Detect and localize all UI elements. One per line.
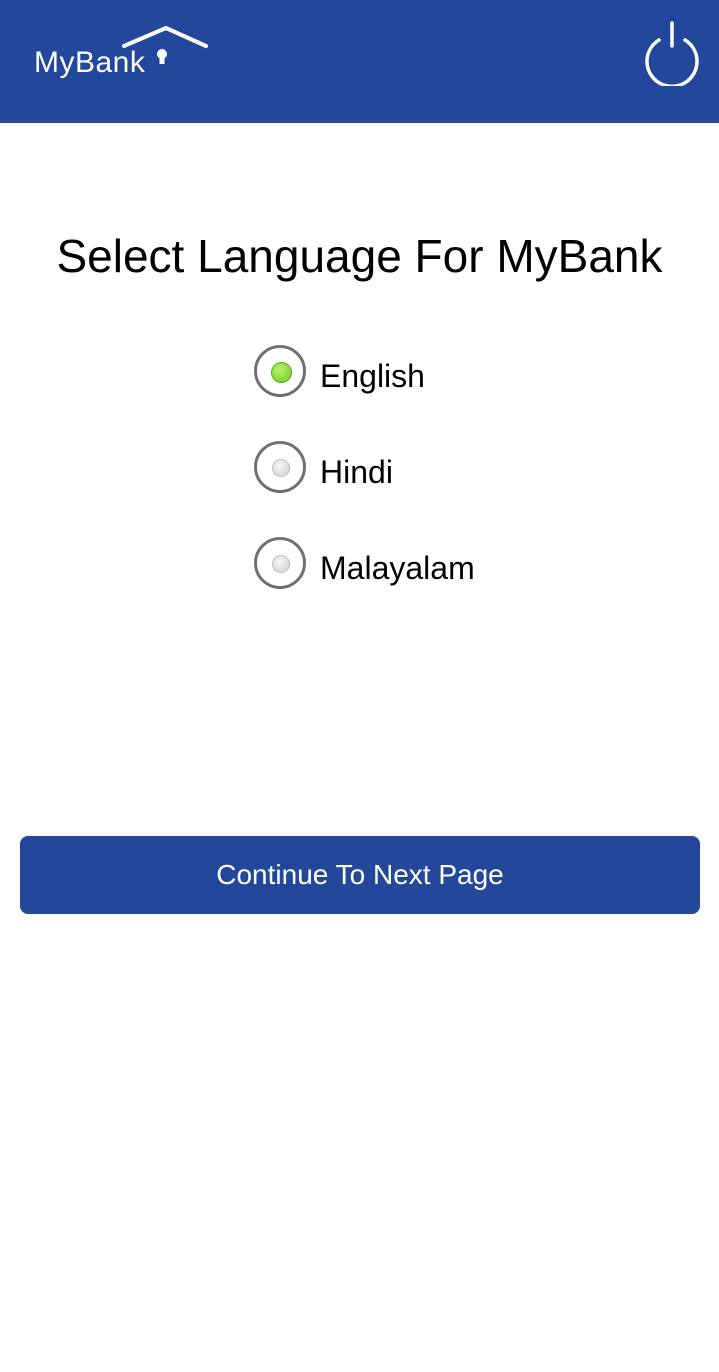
- radio-button[interactable]: [254, 345, 306, 397]
- language-option-hindi[interactable]: Hindi: [254, 441, 534, 499]
- page-title: Select Language For MyBank: [56, 230, 663, 282]
- app-header: MyBank: [0, 0, 719, 123]
- language-option-malayalam[interactable]: Malayalam: [254, 537, 534, 595]
- power-button[interactable]: [640, 20, 704, 89]
- language-label: Hindi: [320, 454, 393, 490]
- radio-selected-dot: [271, 362, 292, 383]
- language-label: English: [320, 358, 425, 394]
- language-option-english[interactable]: English: [254, 345, 534, 403]
- language-label: Malayalam: [320, 550, 475, 586]
- logo-text: MyBank: [34, 46, 146, 79]
- continue-button[interactable]: Continue To Next Page: [20, 836, 700, 914]
- power-icon: [645, 21, 699, 89]
- radio-button[interactable]: [254, 441, 306, 493]
- radio-button[interactable]: [254, 537, 306, 589]
- app-screen: MyBank Select Language For MyBank Englis…: [0, 0, 719, 1372]
- radio-unselected-dot: [272, 555, 290, 573]
- mybank-logo: MyBank: [34, 24, 214, 84]
- radio-unselected-dot: [272, 459, 290, 477]
